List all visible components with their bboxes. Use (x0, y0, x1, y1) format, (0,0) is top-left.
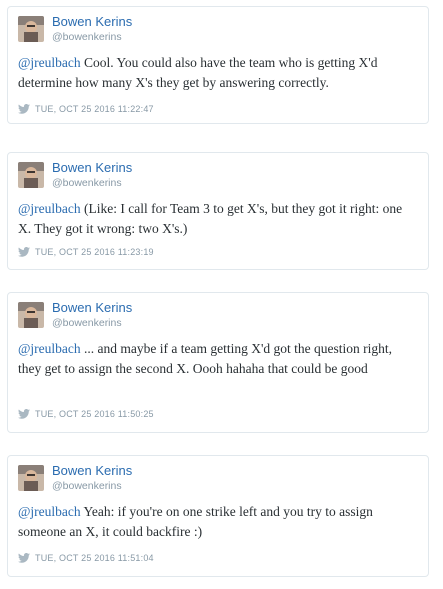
author-name[interactable]: Bowen Kerins (52, 14, 132, 29)
twitter-bird-icon (18, 247, 30, 260)
tweet-text: @jreulbach ... and maybe if a team getti… (18, 339, 418, 379)
timestamp[interactable]: TUE, OCT 25 2016 11:50:25 (35, 409, 154, 419)
author-name[interactable]: Bowen Kerins (52, 463, 132, 478)
timestamp[interactable]: TUE, OCT 25 2016 11:51:04 (35, 553, 154, 563)
author-name[interactable]: Bowen Kerins (52, 160, 132, 175)
tweet-text: @jreulbach (Like: I call for Team 3 to g… (18, 199, 418, 239)
tweet-timestamp-row: TUE, OCT 25 2016 11:23:19 (18, 247, 154, 260)
mention-link[interactable]: @jreulbach (18, 341, 81, 356)
timestamp[interactable]: TUE, OCT 25 2016 11:23:19 (35, 247, 154, 257)
tweet-card[interactable]: Bowen Kerins @bowenkerins @jreulbach Coo… (7, 6, 429, 124)
mention-link[interactable]: @jreulbach (18, 201, 81, 216)
tweet-text: @jreulbach Cool. You could also have the… (18, 53, 418, 93)
tweet-timestamp-row: TUE, OCT 25 2016 11:50:25 (18, 409, 154, 422)
mention-link[interactable]: @jreulbach (18, 504, 81, 519)
twitter-bird-icon (18, 553, 30, 566)
twitter-bird-icon (18, 104, 30, 117)
author-handle[interactable]: @bowenkerins (52, 177, 122, 189)
tweet-timestamp-row: TUE, OCT 25 2016 11:51:04 (18, 553, 154, 566)
author-handle[interactable]: @bowenkerins (52, 31, 122, 43)
timestamp[interactable]: TUE, OCT 25 2016 11:22:47 (35, 104, 154, 114)
tweet-timestamp-row: TUE, OCT 25 2016 11:22:47 (18, 104, 154, 117)
mention-link[interactable]: @jreulbach (18, 55, 81, 70)
twitter-bird-icon (18, 409, 30, 422)
author-name[interactable]: Bowen Kerins (52, 300, 132, 315)
author-handle[interactable]: @bowenkerins (52, 317, 122, 329)
tweet-text: @jreulbach Yeah: if you're on one strike… (18, 502, 418, 542)
avatar[interactable] (18, 465, 44, 491)
tweet-card[interactable]: Bowen Kerins @bowenkerins @jreulbach (Li… (7, 152, 429, 270)
tweet-card[interactable]: Bowen Kerins @bowenkerins @jreulbach ...… (7, 292, 429, 433)
tweet-card[interactable]: Bowen Kerins @bowenkerins @jreulbach Yea… (7, 455, 429, 577)
author-handle[interactable]: @bowenkerins (52, 480, 122, 492)
avatar[interactable] (18, 162, 44, 188)
avatar[interactable] (18, 302, 44, 328)
avatar[interactable] (18, 16, 44, 42)
